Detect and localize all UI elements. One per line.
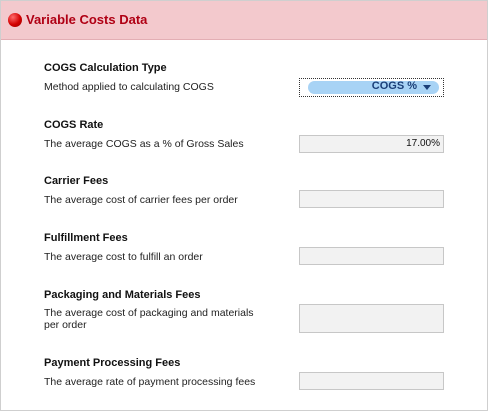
panel-header: Variable Costs Data xyxy=(1,1,487,40)
variable-costs-panel: Variable Costs Data COGS Calculation Typ… xyxy=(0,0,488,411)
carrier-fees-title: Carrier Fees xyxy=(44,175,109,187)
payment-fees-description: The average rate of payment processing f… xyxy=(44,376,256,388)
caret-down-icon[interactable] xyxy=(423,85,431,90)
fulfillment-fees-description: The average cost to fulfill an order xyxy=(44,251,203,263)
payment-fees-input[interactable] xyxy=(299,372,444,390)
carrier-fees-description: The average cost of carrier fees per ord… xyxy=(44,194,238,206)
fulfillment-fees-title: Fulfillment Fees xyxy=(44,232,128,244)
payment-fees-title: Payment Processing Fees xyxy=(44,357,181,369)
cogs-type-title: COGS Calculation Type xyxy=(44,62,167,74)
cogs-type-description: Method applied to calculating COGS xyxy=(44,81,214,93)
red-dot-icon xyxy=(8,13,22,27)
panel-title: Variable Costs Data xyxy=(26,12,148,27)
cogs-type-selected: COGS % xyxy=(371,80,417,92)
cogs-rate-description: The average COGS as a % of Gross Sales xyxy=(44,138,244,150)
carrier-fees-input[interactable] xyxy=(299,190,444,208)
cogs-type-dropdown[interactable]: COGS % xyxy=(299,78,444,97)
packaging-fees-description-line2: per order xyxy=(44,319,87,331)
cogs-rate-title: COGS Rate xyxy=(44,119,104,131)
cogs-rate-input[interactable]: 17.00% xyxy=(299,135,444,153)
packaging-fees-input[interactable] xyxy=(299,304,444,333)
packaging-fees-title: Packaging and Materials Fees xyxy=(44,289,201,301)
fulfillment-fees-input[interactable] xyxy=(299,247,444,265)
